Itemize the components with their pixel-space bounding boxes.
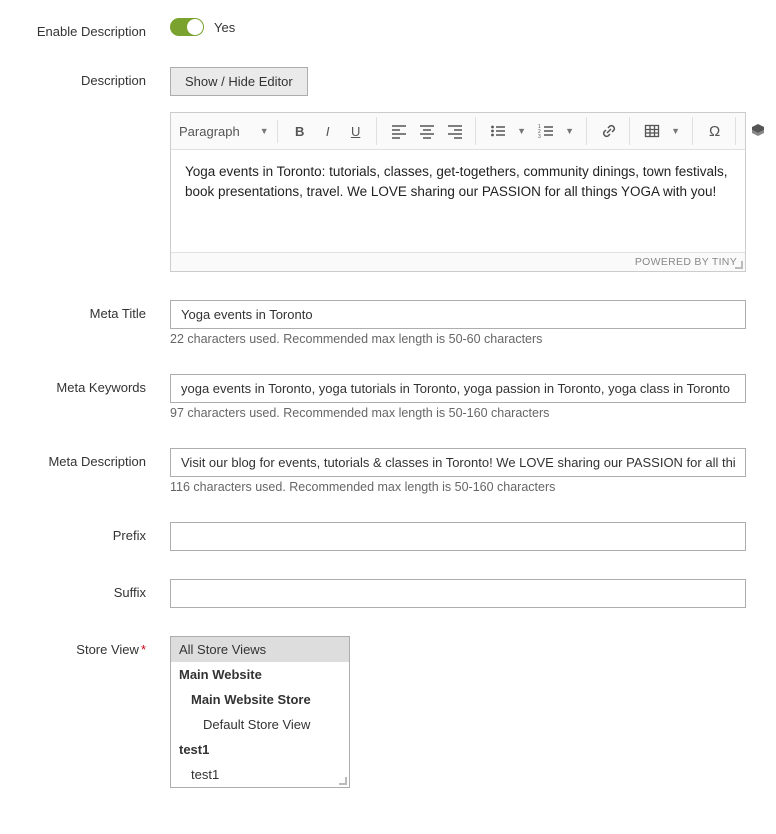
meta-keywords-input[interactable] (170, 374, 746, 403)
store-view-option[interactable]: Main Website (171, 662, 349, 687)
widget-button[interactable] (744, 117, 772, 145)
required-asterisk: * (141, 642, 146, 657)
editor-content[interactable]: Yoga events in Toronto: tutorials, class… (171, 150, 745, 252)
numbered-list-menu[interactable]: ▼ (560, 117, 580, 145)
meta-title-label: Meta Title (30, 300, 170, 321)
editor-footer: POWERED BY TINY (171, 252, 745, 271)
format-selector[interactable]: Paragraph ▼ (177, 120, 271, 143)
align-left-button[interactable] (385, 117, 413, 145)
svg-text:3: 3 (538, 134, 541, 139)
editor-toolbar: Paragraph ▼ B I U (171, 113, 745, 150)
show-hide-editor-button[interactable]: Show / Hide Editor (170, 67, 308, 96)
prefix-input[interactable] (170, 522, 746, 551)
italic-button[interactable]: I (314, 117, 342, 145)
meta-description-hint: 116 characters used. Recommended max len… (170, 480, 746, 494)
field-enable-description: Enable Description Yes (30, 18, 746, 39)
meta-title-input[interactable] (170, 300, 746, 329)
meta-description-input[interactable] (170, 448, 746, 477)
field-meta-title: Meta Title 22 characters used. Recommend… (30, 300, 746, 346)
field-meta-description: Meta Description 116 characters used. Re… (30, 448, 746, 494)
field-suffix: Suffix (30, 579, 746, 608)
enable-description-toggle[interactable] (170, 18, 204, 36)
insert-link-button[interactable] (595, 117, 623, 145)
enable-description-label: Enable Description (30, 18, 170, 39)
chevron-down-icon: ▼ (260, 126, 269, 136)
store-view-option[interactable]: test1 (171, 762, 349, 787)
meta-title-hint: 22 characters used. Recommended max leng… (170, 332, 746, 346)
numbered-list-button[interactable]: 123 (532, 117, 560, 145)
powered-by-label: POWERED BY TINY (635, 256, 737, 268)
store-view-option[interactable]: Default Store View (171, 712, 349, 737)
bullet-list-button[interactable] (484, 117, 512, 145)
meta-description-label: Meta Description (30, 448, 170, 469)
prefix-label: Prefix (30, 522, 170, 543)
bullet-list-menu[interactable]: ▼ (512, 117, 532, 145)
field-prefix: Prefix (30, 522, 746, 551)
meta-keywords-label: Meta Keywords (30, 374, 170, 395)
format-selector-label: Paragraph (179, 124, 240, 139)
store-view-option[interactable]: All Store Views (171, 637, 349, 662)
store-view-select[interactable]: All Store ViewsMain WebsiteMain Website … (170, 636, 350, 788)
special-char-button[interactable]: Ω (701, 117, 729, 145)
resize-handle[interactable] (733, 259, 743, 269)
field-store-view: Store View* All Store ViewsMain WebsiteM… (30, 636, 746, 788)
table-button[interactable] (638, 117, 666, 145)
meta-keywords-hint: 97 characters used. Recommended max leng… (170, 406, 746, 420)
field-description: Description Show / Hide Editor Paragraph… (30, 67, 746, 272)
store-view-label: Store View* (30, 636, 170, 657)
description-label: Description (30, 67, 170, 88)
bold-button[interactable]: B (286, 117, 314, 145)
suffix-input[interactable] (170, 579, 746, 608)
align-right-button[interactable] (441, 117, 469, 145)
table-menu[interactable]: ▼ (666, 117, 686, 145)
suffix-label: Suffix (30, 579, 170, 600)
store-view-option[interactable]: Main Website Store (171, 687, 349, 712)
field-meta-keywords: Meta Keywords 97 characters used. Recomm… (30, 374, 746, 420)
enable-description-value: Yes (214, 20, 235, 35)
wysiwyg-editor: Paragraph ▼ B I U (170, 112, 746, 272)
align-center-button[interactable] (413, 117, 441, 145)
store-view-option[interactable]: test1 (171, 737, 349, 762)
underline-button[interactable]: U (342, 117, 370, 145)
